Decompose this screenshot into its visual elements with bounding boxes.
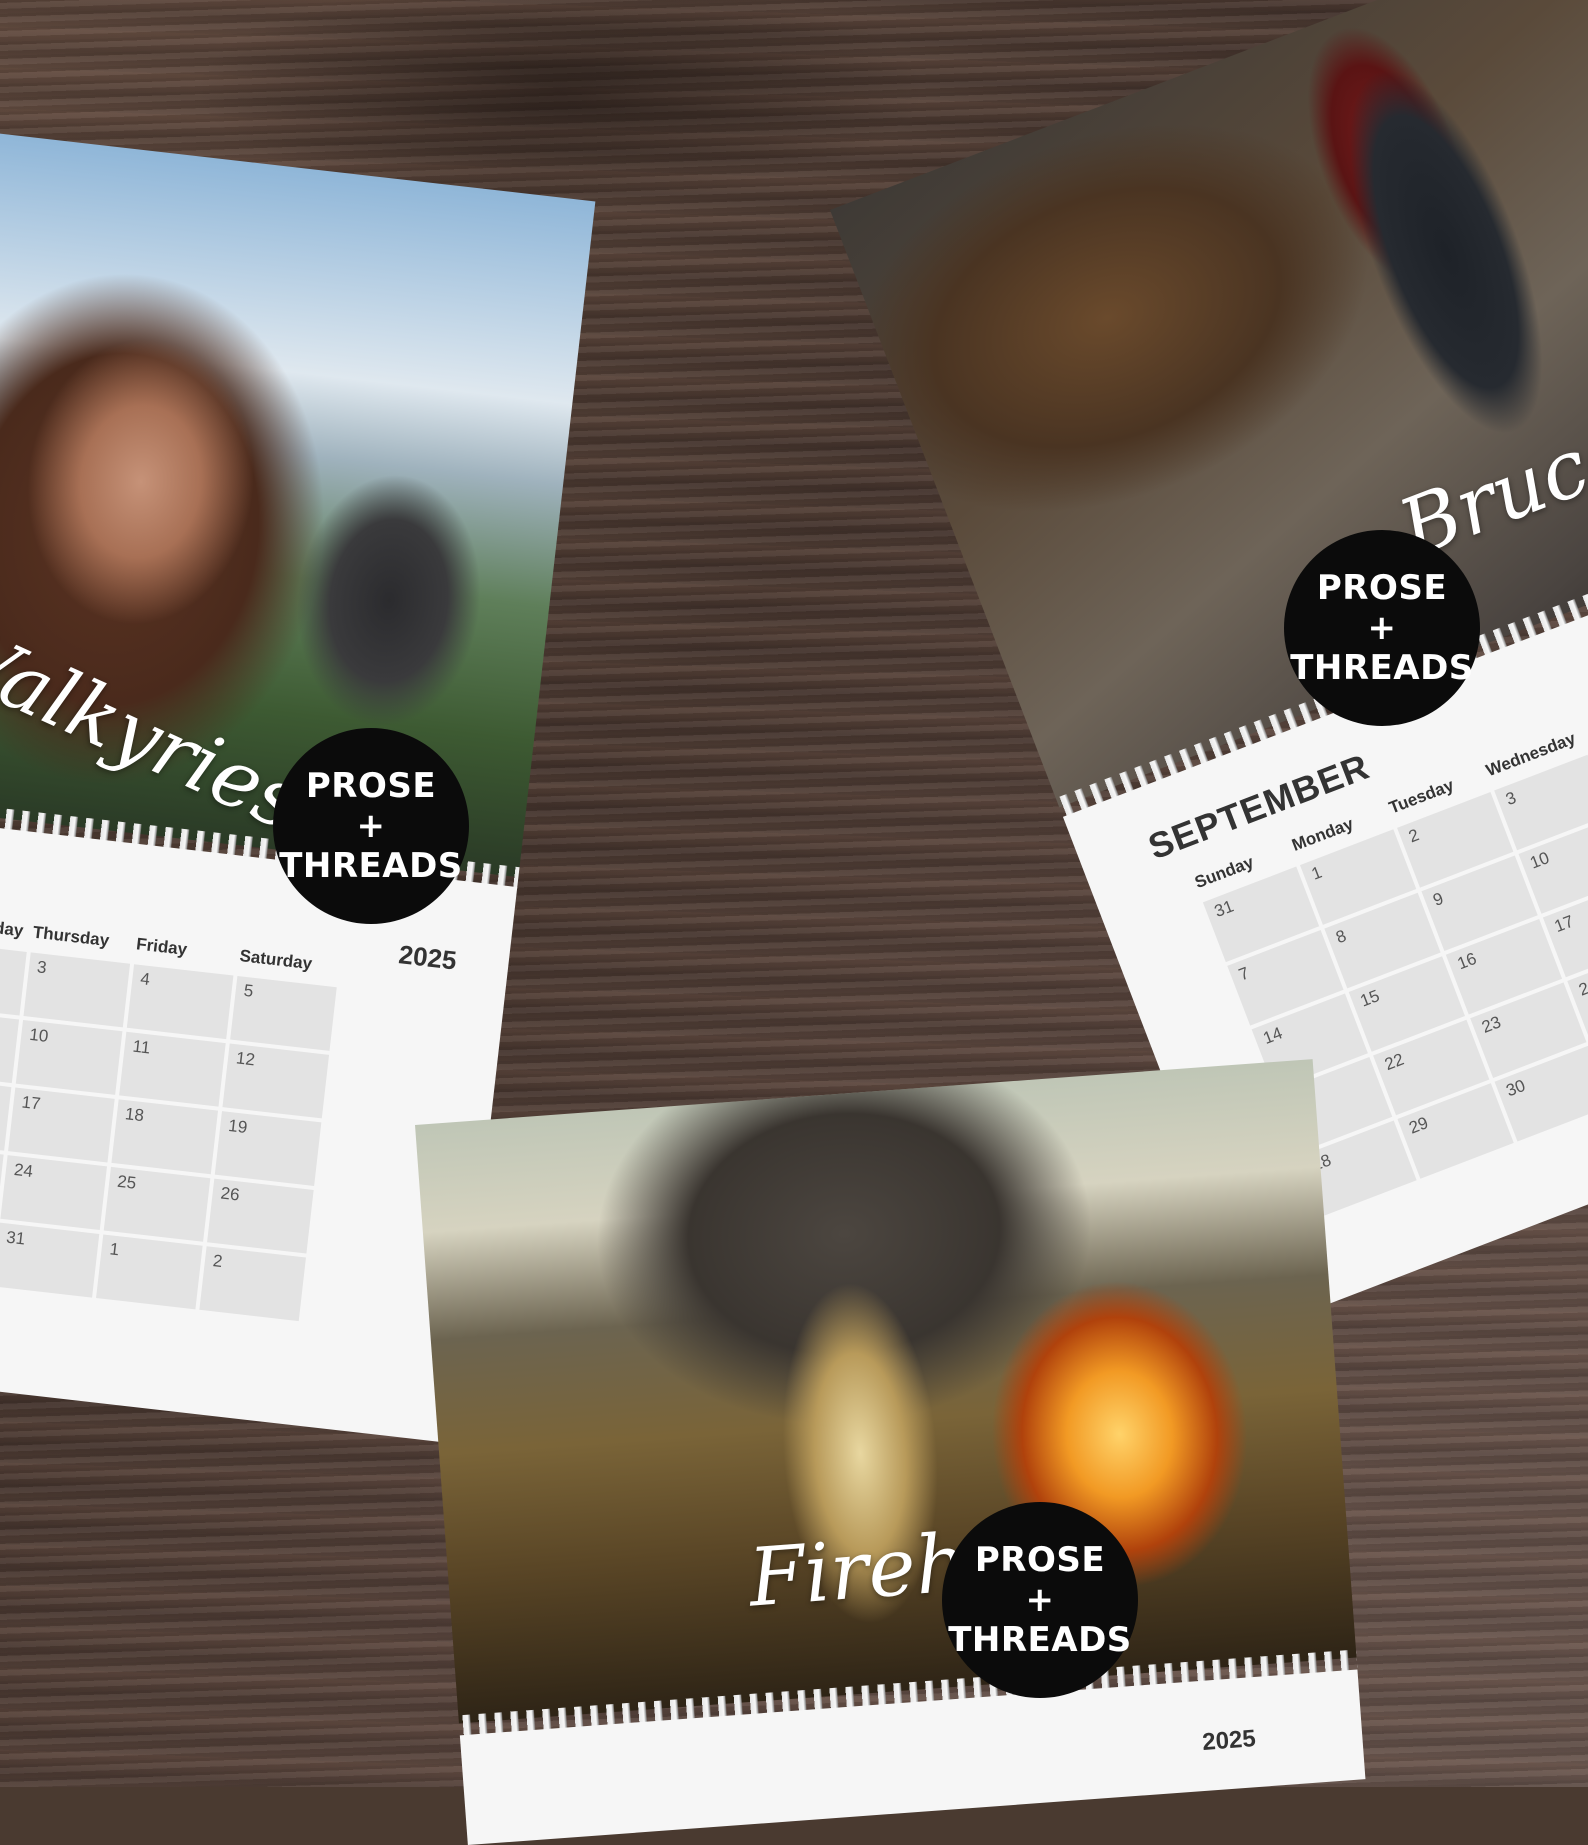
calendar-bottom-year: 2025: [1201, 1725, 1257, 1756]
date-cell: 18: [111, 1099, 219, 1175]
date-number: 24: [1576, 975, 1588, 1000]
date-cell: 10: [15, 1019, 123, 1095]
date-number: 26: [219, 1183, 241, 1205]
date-number: 25: [116, 1171, 138, 1193]
date-number: 19: [227, 1115, 249, 1137]
date-number: 15: [1357, 986, 1383, 1011]
calendar-bottom-photo: [415, 1059, 1357, 1724]
date-number: 11: [131, 1036, 152, 1058]
calendar-left-year: 2025: [397, 939, 459, 976]
date-number: 2: [211, 1251, 224, 1272]
date-number: 1: [1308, 862, 1325, 884]
date-number: 10: [1527, 848, 1552, 873]
brand-badge-bottom: PROSE + THREADS: [942, 1502, 1138, 1698]
date-number: 22: [1381, 1049, 1407, 1075]
date-number: 5: [242, 980, 255, 1001]
date-number: 3: [36, 957, 48, 978]
date-number: 17: [20, 1092, 42, 1114]
date-number: 7: [1236, 963, 1252, 985]
date-cell: 24: [0, 1155, 108, 1231]
date-number: 10: [28, 1024, 50, 1046]
date-cell: 31: [0, 1222, 100, 1298]
date-number: 17: [1551, 911, 1577, 937]
badge-line-plus: +: [356, 806, 386, 846]
date-number: 3: [1503, 788, 1519, 810]
brand-badge-right: PROSE + THREADS: [1284, 530, 1480, 726]
date-number: 29: [1406, 1113, 1431, 1138]
date-cell: 3: [23, 952, 131, 1028]
badge-line-threads: THREADS: [1290, 648, 1474, 688]
date-number: 23: [1479, 1012, 1504, 1037]
date-cell: 4: [126, 964, 234, 1040]
date-number: 8: [1333, 926, 1349, 948]
badge-line-threads: THREADS: [279, 846, 463, 886]
date-cell: 12: [222, 1043, 330, 1119]
date-number: 30: [1503, 1075, 1528, 1101]
date-number: 1: [108, 1239, 121, 1260]
date-cell: 17: [8, 1087, 115, 1163]
brand-badge-left: PROSE + THREADS: [273, 728, 469, 924]
calendar-bottom: Firehe 2025: [415, 1059, 1366, 1845]
date-cell: 5: [230, 975, 337, 1051]
date-cell: 19: [214, 1111, 322, 1186]
date-number: 24: [12, 1159, 34, 1182]
date-number: 2: [1405, 825, 1422, 847]
badge-line-plus: +: [1025, 1580, 1055, 1620]
badge-line-threads: THREADS: [948, 1620, 1132, 1660]
date-number: 18: [124, 1104, 145, 1126]
calendar-left-grid: 234591011121718192425263112: [0, 940, 337, 1322]
date-number: 9: [1430, 888, 1446, 910]
date-number: 14: [1260, 1023, 1285, 1048]
date-cell: 2: [199, 1246, 306, 1322]
badge-line-prose: PROSE: [305, 766, 437, 806]
date-number: 31: [1211, 896, 1237, 921]
badge-line-prose: PROSE: [1316, 568, 1448, 608]
date-cell: 2: [0, 940, 27, 1016]
date-cell: 11: [119, 1031, 226, 1107]
date-number: 16: [1454, 948, 1480, 974]
date-number: 31: [5, 1227, 27, 1249]
date-number: 4: [139, 969, 151, 990]
date-cell: 1: [96, 1234, 203, 1310]
badge-line-plus: +: [1367, 608, 1397, 648]
date-cell: 26: [207, 1178, 314, 1254]
date-cell: 25: [103, 1166, 211, 1242]
badge-line-prose: PROSE: [974, 1540, 1106, 1580]
date-number: 12: [235, 1048, 256, 1070]
